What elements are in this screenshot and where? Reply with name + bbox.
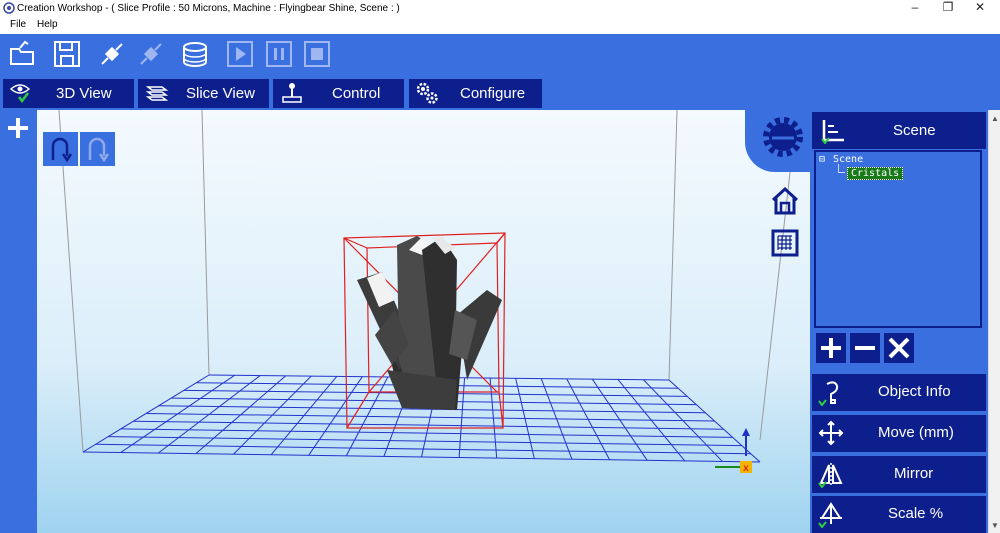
scene-panel-header: Scene: [812, 112, 986, 149]
menu-help[interactable]: Help: [37, 17, 58, 33]
play-icon[interactable]: [225, 39, 255, 69]
scroll-down-arrow-icon[interactable]: ▼: [991, 521, 999, 530]
app-logo-icon: [3, 2, 15, 14]
menu-bar: File Help: [0, 17, 1000, 34]
view-settings-tab[interactable]: [745, 110, 810, 172]
delete-object-button[interactable]: [884, 333, 914, 363]
window-title: Creation Workshop - ( Slice Profile : 50…: [17, 3, 400, 14]
top-view-grid-icon[interactable]: [770, 228, 800, 258]
redo-button[interactable]: [80, 132, 115, 166]
scene-panel: Scene ⊟ Scene Cristals Object Info Move …: [810, 110, 988, 533]
move-arrows-icon: [818, 420, 844, 446]
delete-object-icon: [888, 337, 910, 359]
mirror-button[interactable]: Mirror: [812, 456, 986, 493]
menu-file[interactable]: File: [10, 17, 26, 33]
object-info-button[interactable]: Object Info: [812, 374, 986, 411]
plus-icon[interactable]: [6, 116, 30, 140]
redo-icon: [88, 137, 110, 163]
tab-label: 3D View: [56, 85, 112, 102]
add-object-button[interactable]: [816, 333, 846, 363]
move-label: Move (mm): [878, 424, 954, 441]
object-info-label: Object Info: [878, 383, 951, 400]
tab-label: Control: [332, 85, 381, 102]
home-view-icon[interactable]: [770, 186, 800, 216]
pause-icon[interactable]: [264, 39, 294, 69]
scene-tree-icon: [821, 120, 844, 144]
gears-icon: [416, 82, 438, 104]
remove-object-icon: [855, 346, 875, 350]
title-bar: Creation Workshop - ( Slice Profile : 50…: [0, 0, 1000, 17]
tab-slice-view[interactable]: Slice View: [138, 79, 269, 108]
tree-connector: [838, 164, 845, 173]
slice-icon[interactable]: [180, 39, 210, 69]
mirror-icon: [818, 463, 843, 488]
tab-label: Configure: [460, 85, 526, 102]
minimize-button[interactable]: –: [900, 0, 930, 17]
object-info-icon: [818, 381, 839, 406]
left-strip: [0, 110, 37, 533]
layers-icon: [145, 86, 169, 101]
move-button[interactable]: Move (mm): [812, 415, 986, 452]
undo-button[interactable]: [43, 132, 78, 166]
scale-button[interactable]: Scale %: [812, 496, 986, 533]
vertical-scrollbar[interactable]: ▲ ▼: [988, 110, 1000, 533]
connect-icon[interactable]: [97, 39, 127, 69]
tab-control[interactable]: Control: [273, 79, 404, 108]
scale-icon: [818, 502, 842, 528]
undo-icon: [51, 137, 73, 163]
scene-actions: [814, 331, 978, 366]
remove-object-button[interactable]: [850, 333, 880, 363]
tab-label: Slice View: [186, 85, 255, 102]
joystick-icon: [282, 83, 302, 103]
svg-text:x: x: [743, 463, 749, 474]
tab-3d-view[interactable]: 3D View: [3, 79, 134, 108]
close-button[interactable]: ✕: [965, 0, 995, 17]
open-folder-icon[interactable]: [8, 39, 38, 69]
stop-icon[interactable]: [302, 39, 332, 69]
scale-label: Scale %: [888, 505, 944, 522]
scene-tree[interactable]: ⊟ Scene Cristals: [814, 150, 982, 328]
eye-check-icon: [9, 84, 31, 104]
save-icon[interactable]: [52, 39, 82, 69]
scene-panel-title: Scene: [893, 122, 936, 139]
mirror-label: Mirror: [894, 465, 934, 482]
tree-expand-toggle[interactable]: ⊟: [819, 154, 825, 165]
view-settings-gear-icon: [763, 117, 803, 157]
disconnect-icon[interactable]: [136, 39, 166, 69]
scroll-up-arrow-icon[interactable]: ▲: [991, 114, 999, 123]
tab-bar: 3D View Slice View Control Configure: [0, 74, 1000, 110]
maximize-button[interactable]: ❐: [933, 0, 963, 17]
toolbar: [0, 34, 1000, 74]
tree-node-cristals[interactable]: Cristals: [847, 167, 904, 180]
tab-configure[interactable]: Configure: [409, 79, 542, 108]
scene-canvas[interactable]: x: [37, 110, 810, 533]
add-object-icon: [821, 338, 841, 358]
3d-viewport[interactable]: x: [37, 110, 810, 533]
